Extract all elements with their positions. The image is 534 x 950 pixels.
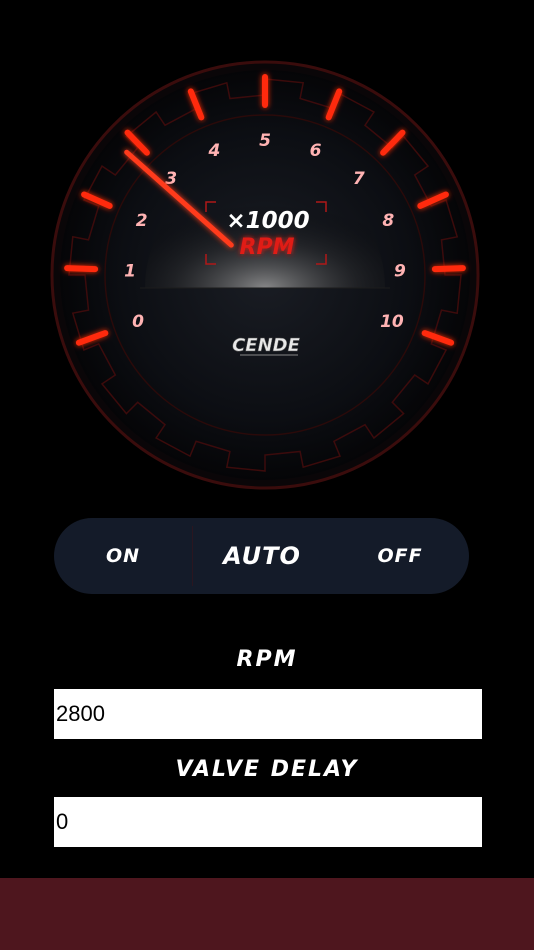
mode-on-option[interactable]: ON (54, 545, 192, 567)
gauge-number: 7 (353, 169, 365, 189)
gauge-number: 10 (380, 312, 404, 332)
gauge-number: 2 (136, 211, 148, 231)
brand-logo: CENDE (232, 335, 301, 356)
gauge-unit: RPM (240, 235, 295, 260)
rpm-label: RPM (236, 647, 298, 672)
gauge-tick (64, 265, 99, 273)
mode-auto-option[interactable]: AUTO (193, 542, 331, 570)
gauge-number: 5 (259, 131, 271, 151)
gauge-number: 0 (132, 312, 144, 332)
gauge-multiplier: ×1000 (226, 208, 309, 234)
gauge-tick (431, 265, 466, 273)
rpm-gauge: 01234 5 678910 ×1000 RPM CENDE (50, 60, 480, 490)
mode-toggle[interactable]: ON AUTO OFF (54, 518, 469, 594)
valve-delay-input[interactable] (54, 797, 482, 847)
valve-delay-label: VALVE DELAY (175, 757, 359, 782)
rpm-input[interactable] (54, 689, 482, 739)
gauge-number: 9 (394, 261, 406, 281)
mode-off-option[interactable]: OFF (331, 545, 469, 567)
bottom-bar (0, 878, 534, 950)
gauge-number: 6 (310, 141, 322, 161)
gauge-number: 4 (207, 141, 220, 161)
gauge-number: 1 (124, 261, 136, 281)
gauge-number: 8 (382, 211, 394, 231)
